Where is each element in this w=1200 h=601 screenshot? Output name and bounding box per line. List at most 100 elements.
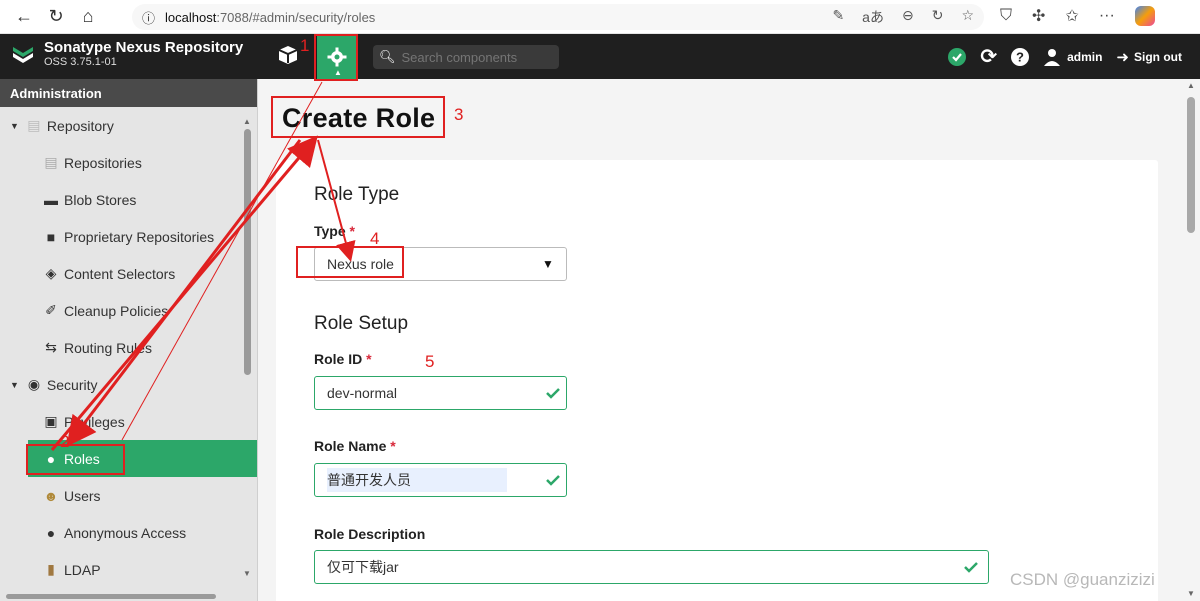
sidebar-group-security[interactable]: ▼ ◉ Security (0, 366, 257, 403)
refresh-icon[interactable]: ↻ (932, 7, 944, 27)
annotation-number-1: 1 (300, 36, 310, 55)
type-select[interactable]: Nexus role ▼ (314, 247, 567, 281)
user-menu[interactable]: admin (1043, 48, 1102, 66)
sidebar-scroll-thumb[interactable] (244, 129, 251, 375)
signpost-icon: ⇆ (45, 339, 57, 355)
brand[interactable]: Sonatype Nexus Repository OSS 3.75.1-01 (10, 40, 243, 68)
scroll-down-icon[interactable]: ▼ (243, 569, 251, 578)
role-id-value: dev-normal (327, 385, 398, 401)
sidebar-item-label: LDAP (64, 561, 101, 578)
browse-cube-icon[interactable] (276, 42, 300, 68)
annotation-number-3: 3 (454, 105, 464, 124)
broom-icon: ✐ (45, 302, 57, 318)
role-name-label: Role Name * (314, 438, 396, 454)
signout-icon: ➜ (1116, 48, 1129, 66)
valid-check-icon (540, 387, 566, 399)
favorite-icon[interactable]: ☆ (961, 7, 974, 27)
gear-icon (327, 47, 347, 66)
back-icon[interactable]: ← (8, 3, 40, 31)
info-icon[interactable]: ⓘ (142, 8, 155, 27)
extensions-icon[interactable]: ✣ (1032, 6, 1045, 26)
signout-label: Sign out (1134, 49, 1182, 64)
app-version: OSS 3.75.1-01 (44, 56, 117, 68)
sidebar-item-users[interactable]: ☻ Users (0, 477, 257, 514)
address-bar[interactable]: ⓘ localhost:7088/#admin/security/roles ✎… (132, 4, 984, 30)
role-description-label: Role Description (314, 526, 426, 542)
sidebar-item-privileges[interactable]: ▣ Privileges (0, 403, 257, 440)
sidebar-hscroll-thumb[interactable] (6, 594, 216, 599)
scroll-down-icon[interactable]: ▼ (1187, 589, 1195, 598)
database-icon: ▤ (27, 117, 41, 133)
nexus-logo-icon (13, 47, 33, 63)
sidebar-item-anonymous[interactable]: ● Anonymous Access (0, 514, 257, 551)
sidebar-item-label: Roles (64, 450, 100, 467)
main-scroll-thumb[interactable] (1187, 97, 1195, 233)
reload-icon[interactable]: ↻ (40, 3, 72, 31)
page-title: Create Role (282, 103, 436, 133)
signout-button[interactable]: ➜ Sign out (1116, 48, 1182, 66)
refresh-icon[interactable]: ⟳ (980, 44, 997, 69)
search-box[interactable]: 🔍︎ (373, 45, 559, 69)
shield-icon[interactable]: ⛉ (1000, 7, 1012, 25)
sidebar-item-cleanup[interactable]: ✐ Cleanup Policies (0, 292, 257, 329)
book-icon: ▮ (47, 561, 55, 577)
sidebar-item-label: Repository (46, 117, 114, 134)
sidebar-item-label: Repositories (64, 154, 142, 171)
app-header: Sonatype Nexus Repository OSS 3.75.1-01 … (0, 34, 1200, 79)
sidebar-item-label: Users (64, 487, 101, 504)
valid-check-icon (540, 474, 566, 486)
browser-toolbar: ← ↻ ⌂ ⓘ localhost:7088/#admin/security/r… (0, 0, 1200, 34)
annotation-number-4: 4 (370, 229, 380, 248)
user-icon (1044, 48, 1061, 66)
user-group-icon: ☻ (43, 487, 59, 504)
caret-down-icon: ▼ (542, 257, 554, 271)
scroll-up-icon[interactable]: ▲ (1187, 81, 1195, 90)
role-setup-heading: Role Setup (314, 313, 409, 334)
copilot-icon[interactable] (1134, 6, 1155, 26)
admin-gear-button[interactable]: ▲ (317, 34, 357, 79)
search-icon: 🔍︎ (379, 49, 396, 64)
status-ok-icon[interactable] (948, 47, 967, 66)
sidebar-item-repositories[interactable]: ▤ Repositories (0, 144, 257, 181)
watermark: CSDN @guanzizizi (1010, 570, 1155, 589)
role-description-value: 仅可下载jar (327, 559, 399, 575)
search-input[interactable] (399, 48, 550, 66)
role-description-input[interactable]: 仅可下载jar (314, 550, 989, 584)
main-scrollbar[interactable]: ▲ ▼ (1186, 81, 1196, 601)
users-icon: ● (46, 450, 56, 467)
app-title: Sonatype Nexus Repository (44, 39, 244, 56)
sidebar-item-routing[interactable]: ⇆ Routing Rules (0, 329, 257, 366)
role-name-input[interactable]: 普通开发人员 (314, 463, 567, 497)
valid-check-icon (954, 561, 988, 573)
id-badge-icon: ▣ (44, 413, 58, 429)
url-path: :7088/#admin/security/roles (216, 9, 376, 25)
sidebar-group-repository[interactable]: ▼ ▤ Repository (0, 107, 257, 144)
sidebar-item-content-selectors[interactable]: ◈ Content Selectors (0, 255, 257, 292)
sidebar-scrollbar[interactable]: ▲ ▼ (242, 117, 252, 597)
sidebar-item-label: Security (46, 376, 98, 393)
sidebar-item-label: Cleanup Policies (64, 302, 169, 319)
sidebar-nav: ▼ ▤ Repository ▤ Repositories ▬ Blob Stores … (0, 107, 257, 588)
main-panel: Create Role Role Type Type * Nexus role … (258, 79, 1200, 601)
caret-down-icon: ▼ (10, 120, 19, 131)
sidebar-item-label: Privileges (64, 413, 125, 430)
url-host: localhost (165, 9, 217, 25)
sidebar-item-ldap[interactable]: ▮ LDAP (0, 551, 257, 588)
help-icon[interactable]: ? (1011, 47, 1030, 66)
sidebar-item-proprietary[interactable]: ■ Proprietary Repositories (0, 218, 257, 255)
sidebar-item-blob-stores[interactable]: ▬ Blob Stores (0, 181, 257, 218)
layers-icon: ◈ (45, 265, 57, 281)
caret-down-icon: ▼ (10, 379, 19, 390)
role-id-input[interactable]: dev-normal (314, 376, 567, 410)
extension-icon[interactable]: ✎ (832, 7, 844, 27)
zoom-icon[interactable]: ⊖ (902, 7, 914, 27)
role-type-heading: Role Type (314, 184, 400, 205)
type-label: Type * (314, 223, 355, 239)
role-name-value: 普通开发人员 (327, 468, 507, 492)
translate-icon[interactable]: aあ (862, 7, 884, 27)
home-icon[interactable]: ⌂ (72, 3, 104, 31)
scroll-up-icon[interactable]: ▲ (243, 117, 251, 126)
favorites-icon[interactable]: ✩ (1065, 6, 1078, 26)
sidebar-header: Administration (0, 79, 257, 107)
more-icon[interactable]: ··· (1099, 7, 1115, 25)
